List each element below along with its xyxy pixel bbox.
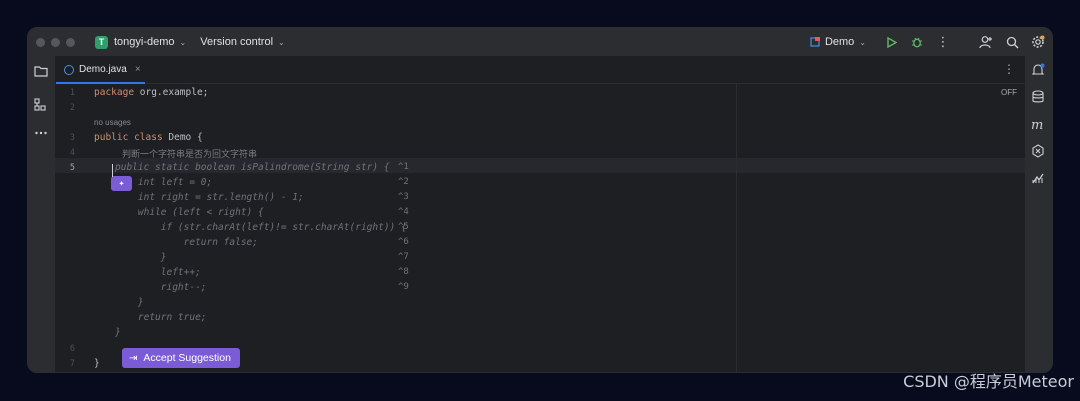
more-tools-icon[interactable] [34, 126, 48, 140]
run-config-label: Demo [824, 36, 855, 48]
suggestion-line: right--; [115, 282, 207, 293]
line-shortcut-hint: ^1 [398, 162, 409, 172]
code-line-3: public class Demo { [94, 132, 203, 143]
suggestion-line: } [115, 252, 167, 263]
add-user-icon[interactable] [978, 34, 994, 50]
more-actions-icon[interactable]: ⋮ [935, 34, 951, 50]
line-shortcut-hint: ^7 [398, 252, 409, 262]
line-number: 5 [69, 163, 75, 173]
line-shortcut-hint: ^2 [398, 177, 409, 187]
notifications-bell-icon[interactable] [1031, 63, 1045, 77]
maven-icon[interactable]: m [1031, 117, 1045, 131]
tab-key-icon: ⇥ [129, 352, 138, 364]
keyword: package [94, 87, 135, 98]
editor-tab-bar: Demo.java × ⋮ [55, 56, 1025, 84]
project-name: tongyi-demo [114, 36, 175, 48]
right-margin-guide [736, 84, 737, 372]
suggestion-line: return false; [115, 237, 258, 248]
keyword: class [134, 132, 163, 143]
search-icon[interactable] [1004, 34, 1020, 50]
suggestion-line: int left = 0; [115, 177, 213, 188]
run-config-selector[interactable]: Demo ⌄ [810, 36, 866, 48]
line-number: 6 [69, 344, 75, 354]
suggestion-line: } [115, 327, 121, 338]
code-line-7: } [94, 358, 100, 369]
line-number: 3 [69, 133, 75, 143]
project-selector[interactable]: tongyi-demo ⌄ [114, 36, 186, 48]
line-number: 1 [69, 88, 75, 98]
left-tool-window-bar [28, 56, 56, 372]
ide-window: T tongyi-demo ⌄ Version control ⌄ Demo ⌄ [27, 27, 1053, 373]
tab-demo-java[interactable]: Demo.java × [56, 56, 145, 84]
code-text: org.example; [134, 87, 209, 98]
suggestion-line: left++; [115, 267, 201, 278]
version-control-label: Version control [200, 36, 274, 48]
title-bar-actions: Demo ⌄ ⋮ [810, 28, 1052, 56]
project-badge: T [95, 35, 108, 49]
line-shortcut-hint: ^5 [398, 222, 409, 232]
chevron-down-icon: ⌄ [859, 37, 866, 47]
accept-suggestion-button[interactable]: ⇥ Accept Suggestion [122, 348, 240, 368]
java-class-icon [64, 64, 74, 75]
line-number: 7 [69, 359, 75, 369]
comment-line: 判断一个字符串是否为回文字符串 [122, 150, 258, 160]
usages-inlay-hint[interactable]: no usages [94, 118, 131, 127]
close-tab-icon[interactable]: × [135, 64, 141, 75]
text-caret [112, 164, 113, 177]
svg-text:m: m [1031, 118, 1043, 131]
code-text: Demo { [162, 132, 203, 143]
inspection-status-label[interactable]: OFF [1001, 88, 1017, 97]
title-bar: T tongyi-demo ⌄ Version control ⌄ Demo ⌄ [28, 28, 1052, 56]
maximize-window-button[interactable] [66, 37, 75, 47]
project-folder-icon[interactable] [34, 64, 48, 78]
suggestion-line: int right = str.length() - 1; [115, 192, 304, 203]
code-line-1: package org.example; [94, 87, 208, 98]
tab-options-icon[interactable]: ⋮ [1003, 62, 1015, 76]
version-control-menu[interactable]: Version control ⌄ [200, 36, 284, 48]
line-shortcut-hint: ^6 [398, 237, 409, 247]
close-window-button[interactable] [36, 37, 45, 47]
line-number: 2 [69, 103, 75, 113]
line-shortcut-hint: ^8 [398, 267, 409, 277]
database-icon[interactable] [1031, 90, 1045, 104]
right-tool-window-bar: m [1025, 56, 1052, 372]
chevron-down-icon: ⌄ [179, 37, 187, 47]
suggestion-line: } [115, 297, 144, 308]
debug-icon[interactable] [909, 34, 925, 50]
minimize-window-button[interactable] [51, 37, 60, 47]
suggestion-line: return true; [115, 312, 207, 323]
settings-gear-icon[interactable] [1030, 34, 1046, 50]
watermark: CSDN @程序员Meteor [903, 372, 1074, 391]
line-shortcut-hint: ^9 [398, 282, 409, 292]
run-icon[interactable] [883, 34, 899, 50]
suggestion-line: while (left < right) { [115, 207, 264, 218]
structure-icon[interactable] [34, 98, 48, 112]
run-config-icon [810, 37, 820, 47]
suggestion-line: if (str.charAt(left)!= str.charAt(right)… [115, 222, 407, 233]
line-shortcut-hint: ^3 [398, 192, 409, 202]
code-editor[interactable]: OFF 1 2 3 4 5 6 7 package org.example; n… [55, 84, 1025, 372]
line-number: 4 [69, 148, 75, 158]
accept-suggestion-label: Accept Suggestion [143, 352, 231, 364]
ai-assistant-tool-icon[interactable] [1031, 144, 1045, 158]
window-controls [36, 37, 75, 47]
chevron-down-icon: ⌄ [278, 37, 285, 47]
tab-label: Demo.java [79, 64, 127, 75]
keyword: public [94, 132, 129, 143]
line-shortcut-hint: ^4 [398, 207, 409, 217]
profiler-icon[interactable] [1031, 171, 1045, 185]
suggestion-line: public static boolean isPalindrome(Strin… [115, 162, 390, 173]
